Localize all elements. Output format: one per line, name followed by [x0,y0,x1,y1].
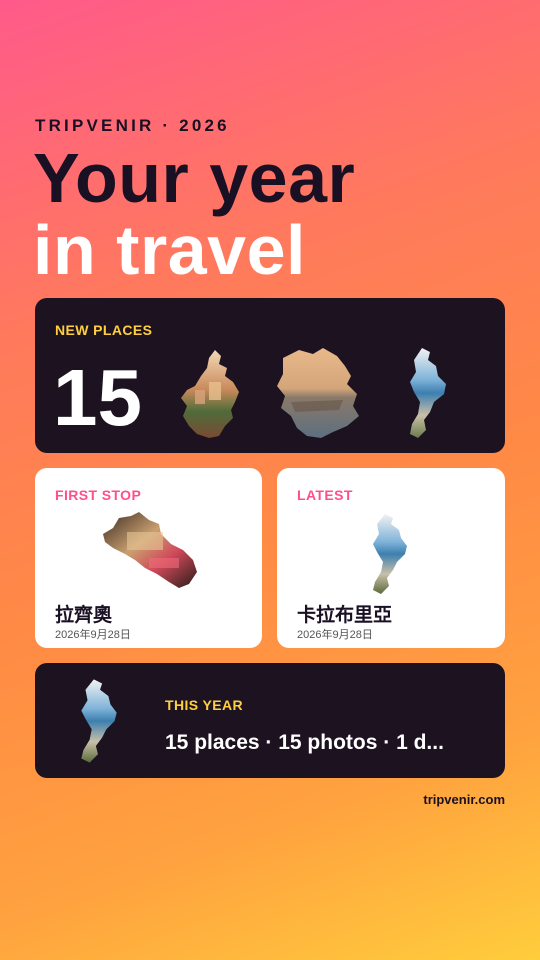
footer-site-link[interactable]: tripvenir.com [423,792,505,807]
latest-date: 2026年9月28日 [297,629,373,641]
new-places-card[interactable]: NEW PLACES 15 [35,298,505,453]
first-stop-region-image [103,512,197,588]
this-year-label: THIS YEAR [165,697,244,713]
region-thumbnail-2[interactable] [273,346,363,442]
first-stop-label: FIRST STOP [55,487,142,503]
region-thumbnail-3[interactable] [400,346,455,442]
latest-name: 卡拉布里亞 [297,605,393,626]
this-year-card[interactable]: THIS YEAR 15 places · 15 photos · 1 d... [35,663,505,778]
brand-year-label: TRIPVENIR · 2026 [35,116,230,135]
new-places-label: NEW PLACES [55,322,153,338]
first-stop-card[interactable]: FIRST STOP 拉齊奧 2026年9月28日 [35,468,262,648]
this-year-summary: 15 places · 15 photos · 1 d... [165,731,444,754]
region-thumbnail-1[interactable] [175,346,247,442]
first-stop-date: 2026年9月28日 [55,629,131,641]
hero-title: Your year in travel [33,142,355,286]
new-places-count: 15 [53,353,142,442]
latest-region-image [373,514,407,594]
this-year-region-image [81,679,117,763]
latest-label: LATEST [297,487,353,503]
hero-line-2: in travel [33,211,306,289]
hero-line-1: Your year [33,139,356,217]
first-stop-name: 拉齊奧 [55,605,113,626]
latest-card[interactable]: LATEST 卡拉布里亞 2026年9月28日 [277,468,505,648]
